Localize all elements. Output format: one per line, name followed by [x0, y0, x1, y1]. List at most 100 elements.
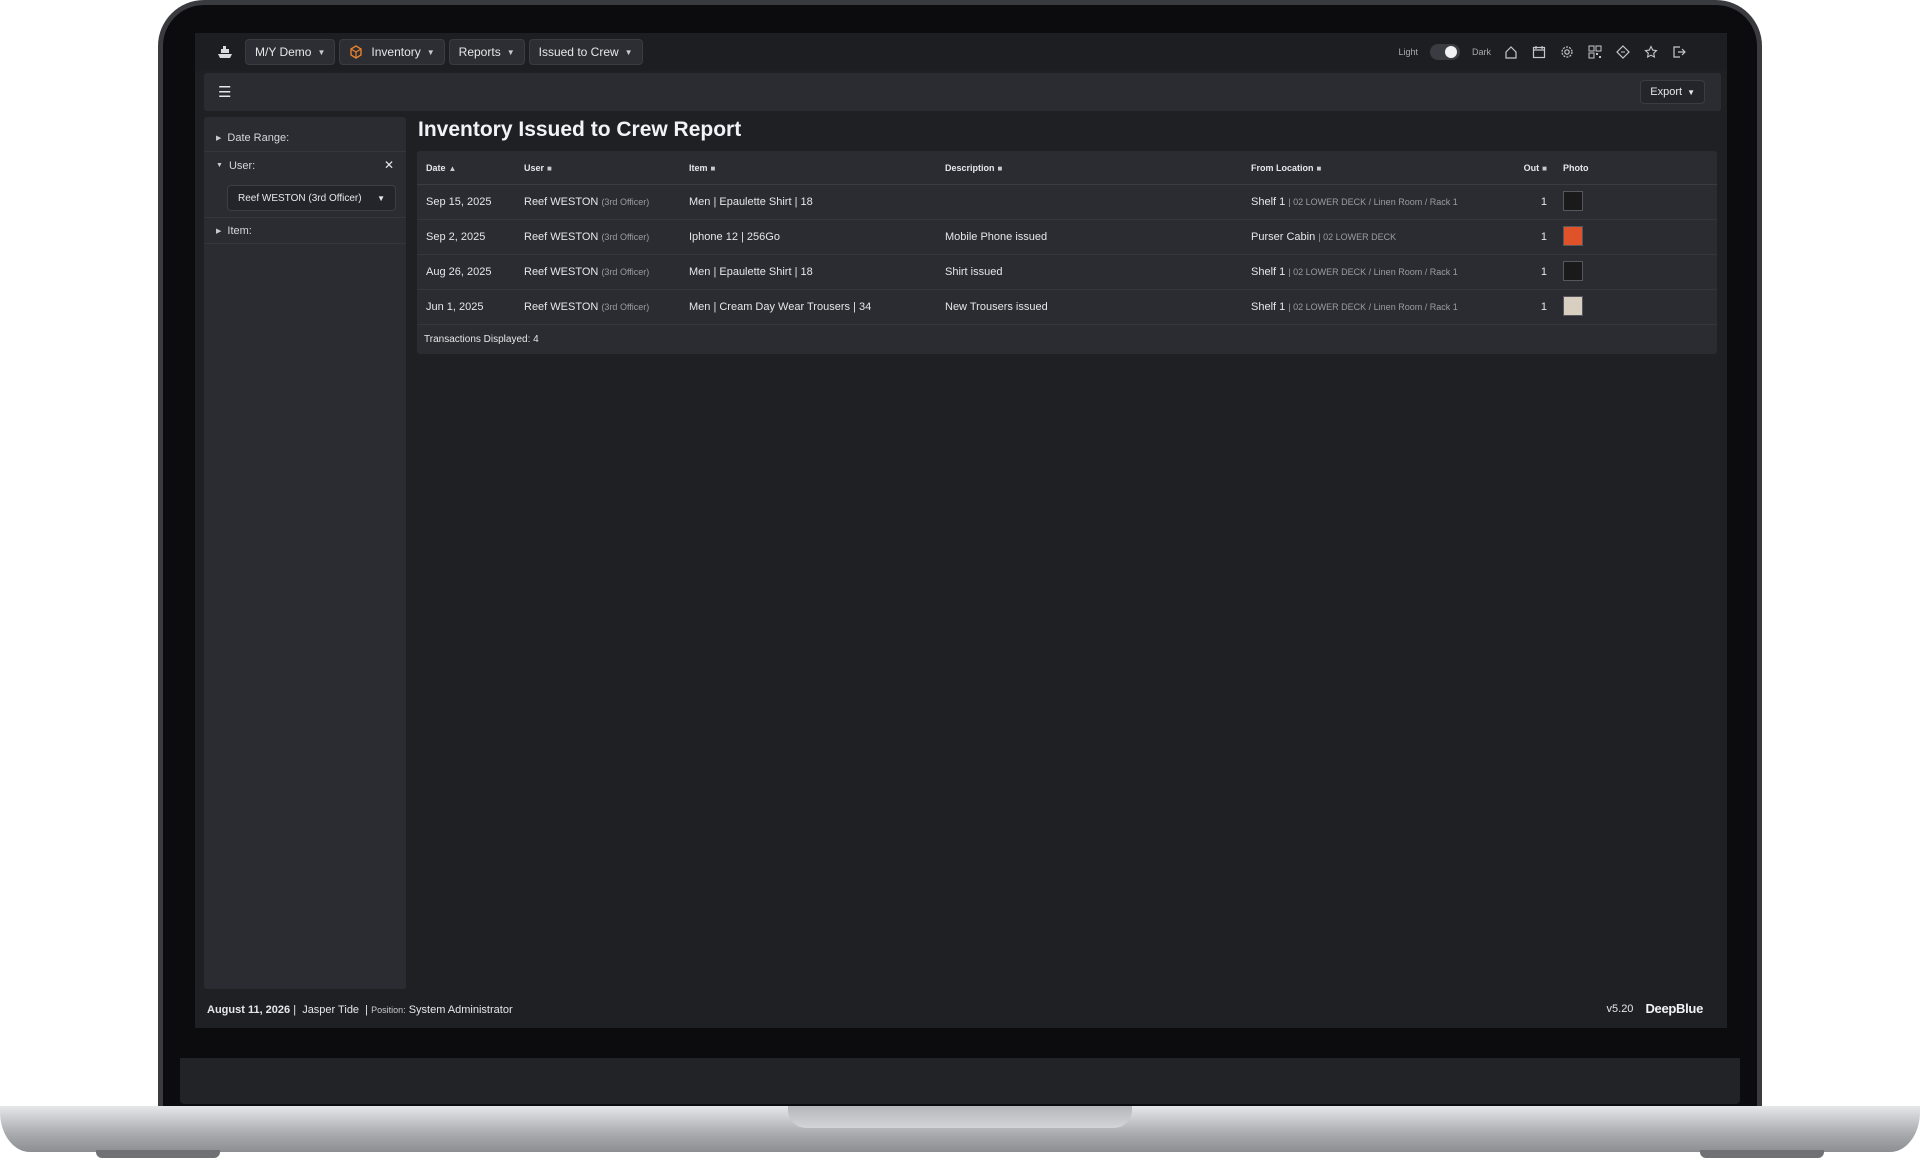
top-nav: M/Y Demo ▼ Inventory ▼ Reports ▼ Issued to …	[195, 33, 1727, 71]
cell-location-sub: | 02 LOWER DECK / Linen Room / Rack 1	[1288, 302, 1458, 312]
footer-position-label: Position:	[371, 1005, 406, 1015]
diamond-icon[interactable]	[1615, 44, 1631, 60]
cell-user: Reef WESTON (3rd Officer)	[519, 231, 689, 243]
chevron-down-icon: ▼	[216, 162, 223, 169]
filter-date-range[interactable]: ▶ Date Range:	[204, 125, 406, 152]
cell-description: Mobile Phone issued	[945, 231, 1048, 243]
chevron-down-icon: ▼	[506, 47, 515, 57]
version-label: v5.20	[1606, 1002, 1634, 1015]
qr-code-icon[interactable]	[1587, 44, 1603, 60]
item-photo-thumbnail[interactable]	[1563, 190, 1583, 211]
cell-location-main: Shelf 1	[1251, 196, 1286, 208]
table-row[interactable]: Jun 1, 2025 Reef WESTON (3rd Officer) Me…	[417, 290, 1717, 325]
sort-icon: ■	[710, 163, 716, 173]
cell-location: Purser Cabin | 02 LOWER DECK	[1251, 231, 1513, 243]
cell-location-main: Purser Cabin	[1251, 231, 1316, 243]
col-user-label: User	[524, 162, 545, 173]
theme-toggle[interactable]	[1429, 44, 1460, 60]
vessel-dropdown[interactable]: M/Y Demo ▼	[245, 39, 336, 65]
table-row[interactable]: Sep 2, 2025 Reef WESTON (3rd Officer) Ip…	[417, 220, 1717, 255]
cell-user-name: Reef WESTON	[524, 231, 599, 243]
col-date[interactable]: Date ▲	[417, 163, 519, 173]
laptop-hinge	[180, 1058, 1740, 1104]
cell-user: Reef WESTON (3rd Officer)	[519, 196, 689, 208]
cell-out: 1	[1540, 196, 1547, 208]
star-icon[interactable]	[1643, 44, 1659, 60]
inventory-dropdown[interactable]: Inventory ▼	[339, 39, 445, 65]
report-table: Date ▲ User ■ Item ■ Description ■ From Loca…	[417, 151, 1717, 354]
cell-user: Reef WESTON (3rd Officer)	[519, 266, 689, 278]
user-select[interactable]: Reef WESTON (3rd Officer) ▼	[227, 185, 396, 211]
item-photo-thumbnail[interactable]	[1563, 295, 1583, 316]
close-icon[interactable]: ✕	[384, 158, 394, 172]
cell-user-role: (3rd Officer)	[601, 267, 650, 277]
cell-location-main: Shelf 1	[1251, 301, 1286, 313]
reports-dropdown[interactable]: Reports ▼	[448, 39, 525, 65]
cell-user-role: (3rd Officer)	[601, 302, 650, 312]
report-type-dropdown[interactable]: Issued to Crew ▼	[528, 39, 643, 65]
col-item[interactable]: Item ■	[689, 163, 945, 173]
col-out[interactable]: Out ■	[1513, 163, 1547, 173]
cell-user: Reef WESTON (3rd Officer)	[519, 301, 689, 313]
cell-photo	[1547, 260, 1717, 284]
cell-user-role: (3rd Officer)	[601, 232, 650, 242]
status-footer: August 11, 2026 | Jasper Tide | Position…	[207, 1001, 1715, 1021]
inventory-label: Inventory	[371, 45, 421, 59]
cell-location: Shelf 1 | 02 LOWER DECK / Linen Room / R…	[1251, 266, 1513, 278]
cell-out: 1	[1540, 231, 1547, 243]
col-from-location-label: From Location	[1251, 162, 1314, 173]
item-photo-thumbnail[interactable]	[1563, 225, 1583, 246]
table-header: Date ▲ User ■ Item ■ Description ■ From Loca…	[417, 151, 1717, 185]
cell-description: Shirt issued	[945, 266, 1003, 278]
page-title: Inventory Issued to Crew Report	[418, 118, 742, 141]
col-out-label: Out	[1523, 162, 1540, 173]
cell-location-sub: | 02 LOWER DECK / Linen Room / Rack 1	[1288, 267, 1458, 277]
cell-location: Shelf 1 | 02 LOWER DECK / Linen Room / R…	[1251, 301, 1513, 313]
toggle-knob	[1444, 46, 1457, 58]
cell-location-main: Shelf 1	[1251, 266, 1286, 278]
cell-item: Men | Epaulette Shirt | 18	[689, 266, 813, 278]
footer-date: August 11, 2026	[207, 1004, 291, 1016]
sort-icon: ■	[547, 163, 552, 173]
cell-date: Aug 26, 2025	[426, 266, 492, 278]
logout-icon[interactable]	[1671, 44, 1687, 60]
filter-user-label: User:	[228, 159, 256, 172]
app-screen: M/Y Demo ▼ Inventory ▼ Reports ▼ Issued to …	[195, 33, 1727, 1028]
chevron-down-icon: ▼	[624, 47, 633, 57]
filter-item-label: Item:	[227, 224, 252, 237]
calendar-icon[interactable]	[1531, 44, 1547, 60]
menu-icon[interactable]: ☰	[218, 83, 231, 101]
filter-sidebar: ▶ Date Range: ▼ User: ✕ Reef WESTON (3rd…	[204, 117, 406, 989]
cell-user-name: Reef WESTON	[524, 301, 599, 313]
filter-item[interactable]: ▶ Item:	[204, 217, 406, 244]
report-type-label: Issued to Crew	[538, 45, 619, 59]
laptop-notch	[788, 1106, 1132, 1128]
col-item-label: Item	[689, 162, 708, 173]
col-description[interactable]: Description ■	[945, 163, 1251, 173]
brand-logo: DeepBlue	[1645, 1001, 1703, 1016]
footer-position: System Administrator	[408, 1004, 513, 1016]
gear-icon[interactable]	[1559, 44, 1575, 60]
col-user[interactable]: User ■	[519, 163, 689, 173]
cell-item: Men | Epaulette Shirt | 18	[689, 196, 813, 208]
ship-logo-icon[interactable]	[215, 44, 235, 60]
cell-location: Shelf 1 | 02 LOWER DECK / Linen Room / R…	[1251, 196, 1513, 208]
chevron-right-icon: ▶	[216, 135, 222, 142]
cell-user-role: (3rd Officer)	[601, 197, 650, 207]
filter-user[interactable]: ▼ User: ✕	[204, 152, 406, 179]
table-row[interactable]: Sep 15, 2025 Reef WESTON (3rd Officer) M…	[417, 185, 1717, 220]
cell-out: 1	[1540, 266, 1547, 278]
table-row[interactable]: Aug 26, 2025 Reef WESTON (3rd Officer) M…	[417, 255, 1717, 290]
item-photo-thumbnail[interactable]	[1563, 260, 1583, 281]
cell-description: New Trousers issued	[945, 301, 1048, 313]
sort-icon: ■	[997, 163, 1003, 173]
cell-photo	[1547, 225, 1717, 249]
cell-item: Iphone 12 | 256Go	[689, 231, 780, 243]
home-icon[interactable]	[1503, 44, 1519, 60]
export-button[interactable]: Export ▼	[1640, 80, 1705, 104]
cell-date: Sep 2, 2025	[426, 231, 486, 243]
light-label: Light	[1398, 47, 1418, 57]
filter-date-range-label: Date Range:	[227, 132, 290, 144]
col-from-location[interactable]: From Location ■	[1251, 163, 1513, 173]
user-select-value: Reef WESTON (3rd Officer)	[238, 192, 362, 204]
